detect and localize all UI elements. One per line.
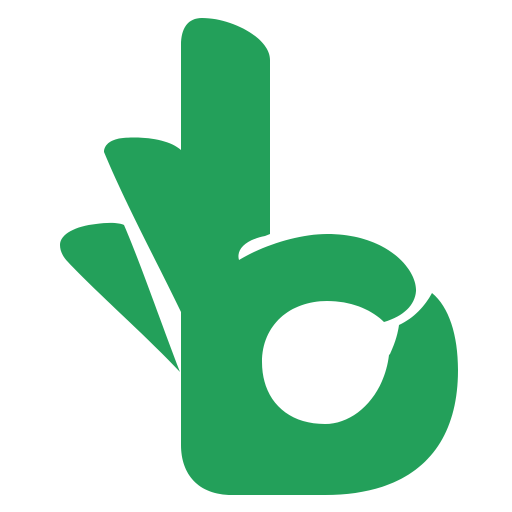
logo-canvas xyxy=(0,0,512,512)
ok-hand-b-logo-icon xyxy=(60,18,458,495)
logo-stem-and-bowl xyxy=(181,18,458,495)
